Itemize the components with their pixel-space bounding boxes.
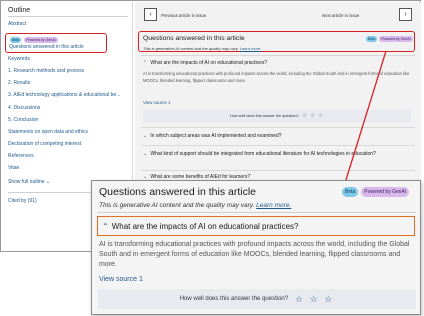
answer-text: AI is transforming educational practices… [99,241,410,268]
rating-prompt: How well does this answer the question? [179,296,289,302]
qa-disclaimer: This is generative AI content and the qu… [99,202,291,209]
zoomed-inset: Questions answered in this article Beta … [91,180,421,315]
view-source-link[interactable]: View source 1 [99,276,143,283]
qa-section-title: Questions answered in this article [99,186,256,198]
disclaimer-text: This is generative AI content and the qu… [99,202,255,209]
question-text: What are the impacts of AI on educationa… [111,221,299,231]
question-toggle[interactable]: ⌃ What are the impacts of AI on educatio… [97,216,415,236]
learn-more-link[interactable]: Learn more. [256,202,291,209]
rating-bar: How well does this answer the question? … [98,289,416,309]
chevron-up-icon: ⌃ [102,221,109,231]
star-icon[interactable]: ☆ ☆ ☆ [295,294,334,305]
beta-badge: Beta [342,187,359,197]
divider [98,212,416,213]
genai-badge: Powered by GenAI [361,187,410,197]
badge-group: Beta Powered by GenAI [342,187,410,197]
